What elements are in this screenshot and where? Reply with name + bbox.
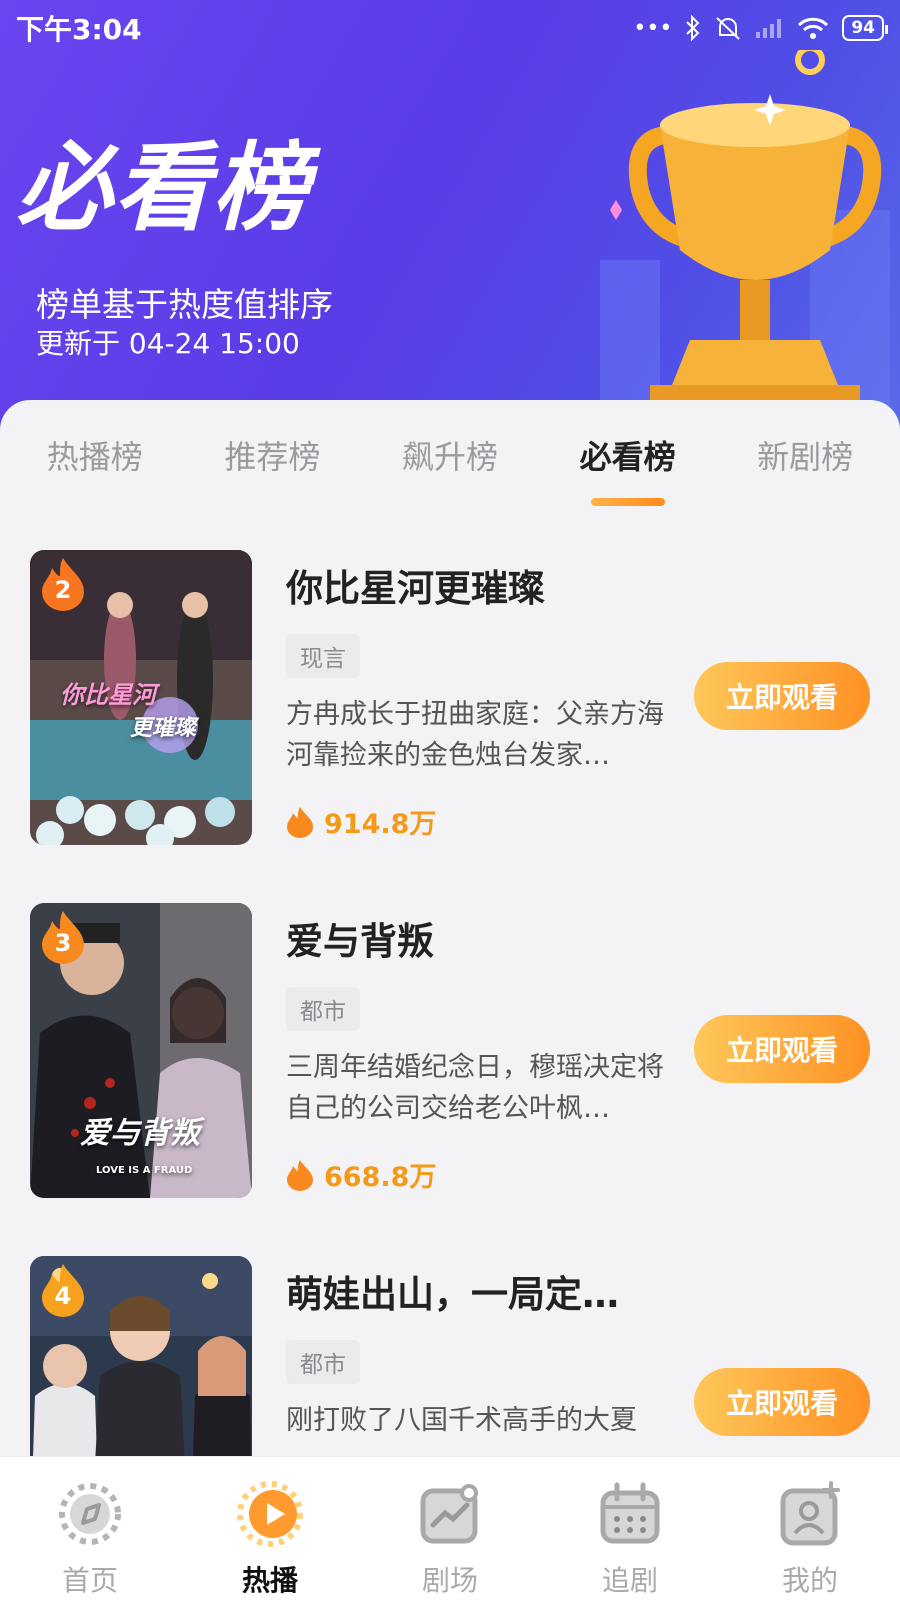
genre-tag: 都市: [286, 987, 360, 1031]
nav-theater[interactable]: 剧场: [360, 1457, 540, 1600]
trophy-icon: [600, 50, 890, 440]
status-time: 下午3:04: [16, 13, 142, 46]
drama-info: 你比星河更璀璨 现言 方冉成长于扭曲家庭：父亲方海河靠捡来的金色烛台发家… 91…: [286, 550, 686, 841]
mute-icon: [716, 17, 741, 40]
drama-title[interactable]: 你比星河更璀璨: [286, 558, 686, 612]
nav-label: 剧场: [421, 1564, 478, 1597]
chart-frame-icon: [420, 1484, 478, 1544]
heat-number: 668.8万: [324, 1162, 437, 1193]
signal-icon: [756, 19, 782, 38]
genre-tag: 现言: [286, 634, 360, 678]
drama-cover[interactable]: 你比星河 更璀璨 2: [30, 550, 252, 845]
rank-number: 3: [54, 929, 72, 957]
drama-list: 你比星河 更璀璨 2 你比星河更璀璨 现言 方冉成长于扭曲家庭：父亲方海河靠捡来…: [0, 550, 900, 1600]
heat-value: 914.8万: [286, 802, 686, 841]
more-dots-icon: •••: [633, 15, 673, 41]
tab-must-watch[interactable]: 必看榜: [539, 400, 717, 520]
header-banner: 下午3:04 ••• 94 必看榜 榜单基于热度值排序 更新于 04-24 15…: [0, 0, 900, 440]
status-bar: 下午3:04 ••• 94: [0, 0, 900, 56]
drama-info: 萌娃出山，一局定… 都市 刚打败了八国千术高手的大夏: [286, 1256, 686, 1482]
rank-badge: 3: [40, 909, 86, 965]
wifi-icon: [798, 17, 829, 39]
fire-icon: [287, 806, 313, 838]
drama-description: 方冉成长于扭曲家庭：父亲方海河靠捡来的金色烛台发家…: [286, 699, 664, 771]
content-panel: 热播榜 推荐榜 飙升榜 必看榜 新剧榜 你比星河 更璀璨 2 你比星河更璀璨 现…: [0, 400, 900, 1551]
drama-title[interactable]: 爱与背叛: [286, 911, 686, 965]
watch-now-button[interactable]: 立即观看: [694, 1015, 870, 1083]
drama-cover[interactable]: 爱与背叛 LOVE IS A FRAUD 3: [30, 903, 252, 1198]
tab-label: 飙升榜: [401, 438, 498, 476]
nav-home[interactable]: 首页: [0, 1457, 180, 1600]
nav-follow[interactable]: 追剧: [540, 1457, 720, 1600]
active-tab-indicator: [590, 498, 665, 506]
profile-icon: [780, 1481, 840, 1546]
tab-label: 热播榜: [46, 438, 143, 476]
list-item[interactable]: 爱与背叛 LOVE IS A FRAUD 3 爱与背叛 都市 三周年结婚纪念日，…: [0, 903, 900, 1256]
nav-label: 首页: [61, 1564, 118, 1597]
bluetooth-icon: [686, 15, 700, 41]
heat-number: 914.8万: [324, 809, 437, 840]
drama-info: 爱与背叛 都市 三周年结婚纪念日，穆瑶决定将自己的公司交给老公叶枫… 668.8…: [286, 903, 686, 1194]
cover-title-text: 爱与背叛: [80, 1116, 200, 1151]
ranking-tabs: 热播榜 推荐榜 飙升榜 必看榜 新剧榜: [0, 400, 900, 520]
nav-label: 热播: [241, 1564, 298, 1597]
tab-label: 新剧榜: [757, 438, 854, 476]
watch-now-button[interactable]: 立即观看: [694, 662, 870, 730]
nav-profile[interactable]: 我的: [720, 1457, 900, 1600]
fire-icon: [287, 1159, 313, 1191]
ranking-subtitle: 榜单基于热度值排序: [36, 285, 333, 324]
compass-icon: [59, 1483, 121, 1545]
nav-label: 追剧: [601, 1564, 658, 1597]
cover-title-text: 你比星河: [60, 681, 156, 709]
cover-subtitle-text: LOVE IS A FRAUD: [96, 1165, 193, 1176]
status-icons: ••• 94: [633, 15, 888, 41]
rank-number: 2: [54, 576, 72, 604]
tab-label: 推荐榜: [224, 438, 321, 476]
rank-badge: 4: [40, 1262, 86, 1318]
genre-tag: 都市: [286, 1340, 360, 1384]
drama-title[interactable]: 萌娃出山，一局定…: [286, 1264, 686, 1318]
cover-title-text: 更璀璨: [130, 716, 197, 741]
tab-hot[interactable]: 热播榜: [6, 400, 184, 520]
nav-label: 我的: [781, 1564, 838, 1597]
nav-hot[interactable]: 热播: [180, 1457, 360, 1600]
update-time: 更新于 04-24 15:00: [36, 327, 300, 360]
tab-label: 必看榜: [579, 438, 676, 476]
drama-description: 三周年结婚纪念日，穆瑶决定将自己的公司交给老公叶枫…: [286, 1052, 664, 1124]
battery-indicator: 94: [842, 15, 888, 41]
play-circle-icon: [237, 1481, 303, 1547]
tab-rising[interactable]: 飙升榜: [361, 400, 539, 520]
watch-now-button[interactable]: 立即观看: [694, 1368, 870, 1436]
list-item[interactable]: 你比星河 更璀璨 2 你比星河更璀璨 现言 方冉成长于扭曲家庭：父亲方海河靠捡来…: [0, 550, 900, 903]
tab-recommended[interactable]: 推荐榜: [184, 400, 362, 520]
rank-badge: 2: [40, 556, 86, 612]
bottom-navigation: 首页 热播 剧场 追剧 我的: [0, 1456, 900, 1600]
heat-value: 668.8万: [286, 1155, 686, 1194]
page-title: 必看榜: [16, 132, 310, 244]
calendar-icon: [600, 1482, 660, 1544]
rank-number: 4: [54, 1282, 72, 1310]
tab-new[interactable]: 新剧榜: [716, 400, 894, 520]
